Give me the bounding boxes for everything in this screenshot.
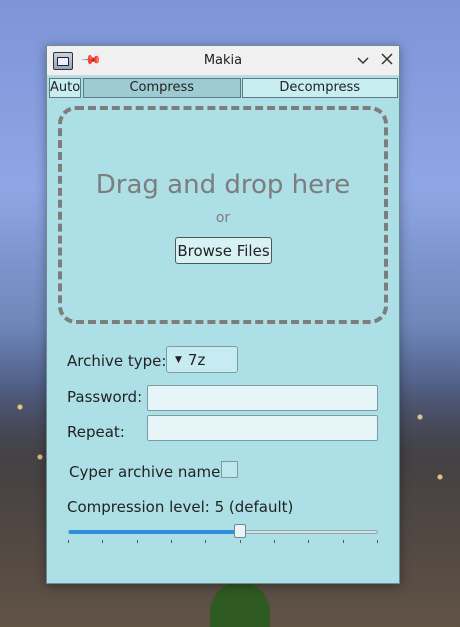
archive-type-value: 7z xyxy=(187,350,206,369)
chevron-down-icon[interactable] xyxy=(351,56,375,65)
password-field[interactable] xyxy=(147,385,378,411)
compression-slider-fill xyxy=(69,530,241,534)
slider-tick xyxy=(343,540,344,543)
archive-type-select[interactable]: ▼ 7z xyxy=(166,346,238,373)
password-label: Password: xyxy=(67,388,143,406)
drop-zone-title: Drag and drop here xyxy=(95,170,351,200)
slider-tick xyxy=(240,540,241,543)
tab-auto[interactable]: Auto xyxy=(49,78,81,98)
archive-manager-icon[interactable] xyxy=(53,51,73,70)
compression-slider-ticks xyxy=(68,540,378,544)
pin-icon[interactable]: 📌 xyxy=(80,49,102,71)
slider-tick xyxy=(102,540,103,543)
cypher-names-checkbox[interactable] xyxy=(221,461,238,478)
titlebar[interactable]: 📌 Makia xyxy=(47,46,399,76)
slider-tick xyxy=(171,540,172,543)
compression-slider[interactable] xyxy=(68,530,378,534)
close-icon[interactable] xyxy=(375,52,399,69)
cypher-names-label: Cyper archive names xyxy=(69,463,229,481)
slider-tick xyxy=(68,540,69,543)
drop-zone[interactable]: Drag and drop here or Browse Files xyxy=(58,106,388,324)
tab-decompress[interactable]: Decompress xyxy=(241,78,398,98)
slider-tick xyxy=(137,540,138,543)
compression-slider-handle[interactable] xyxy=(234,524,246,538)
compression-level-label: Compression level: 5 (default) xyxy=(67,498,294,516)
slider-tick xyxy=(308,540,309,543)
tab-compress[interactable]: Compress xyxy=(83,78,241,98)
drop-zone-or: or xyxy=(215,210,231,226)
archive-type-label: Archive type: xyxy=(67,352,167,370)
slider-tick xyxy=(274,540,275,543)
mode-tabs: Auto Compress Decompress xyxy=(49,78,398,98)
app-window: 📌 Makia Auto Compress Decompress Drag an… xyxy=(46,45,400,584)
repeat-label: Repeat: xyxy=(67,423,125,441)
caret-down-icon: ▼ xyxy=(175,354,182,365)
slider-tick xyxy=(377,540,378,543)
repeat-password-field[interactable] xyxy=(147,415,378,441)
browse-files-button[interactable]: Browse Files xyxy=(175,237,272,264)
slider-tick xyxy=(205,540,206,543)
